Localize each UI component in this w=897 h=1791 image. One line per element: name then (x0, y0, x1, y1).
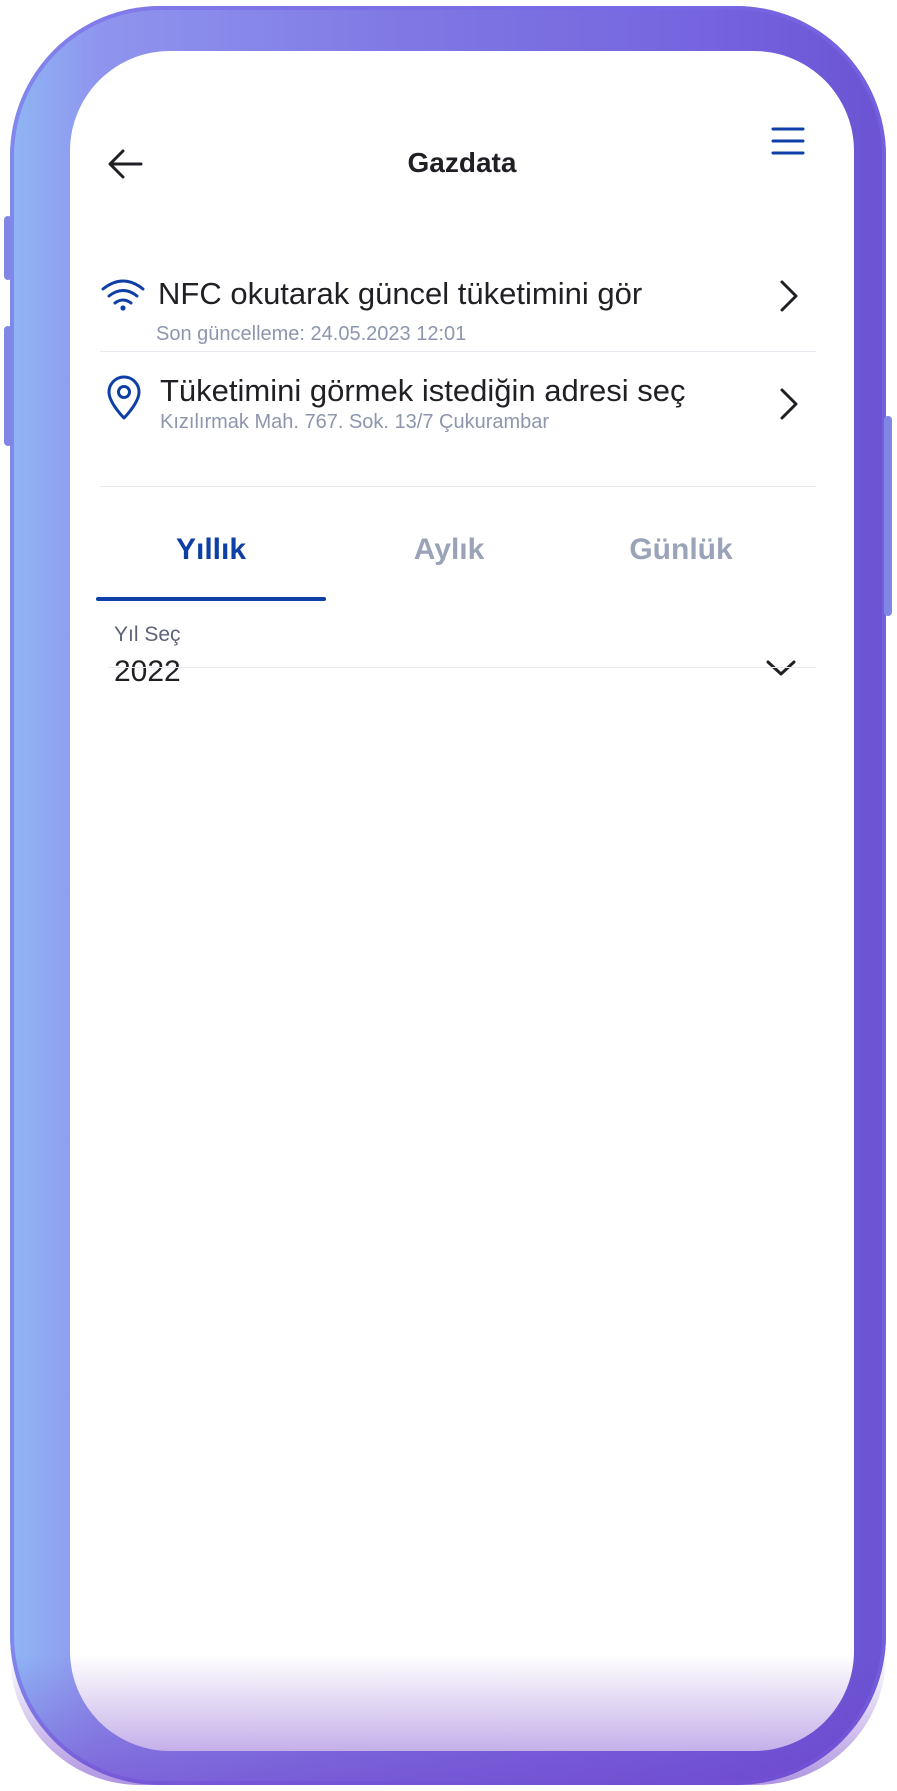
row-divider (100, 351, 816, 352)
select-underline (108, 667, 816, 668)
side-button-left-2 (4, 326, 12, 446)
chevron-down-icon (766, 660, 796, 676)
tab-yearly[interactable]: Yıllık (96, 521, 326, 567)
tab-daily[interactable]: Günlük (566, 521, 796, 567)
tab-daily-label: Günlük (629, 533, 733, 566)
hamburger-menu-icon[interactable] (770, 123, 806, 159)
active-tab-indicator (96, 597, 326, 601)
address-row-subtitle: Kızılırmak Mah. 767. Sok. 13/7 Çukuramba… (160, 411, 550, 433)
address-row-title: Tüketimini görmek istediğin adresi seç (160, 373, 686, 408)
nfc-row-title: NFC okutarak güncel tüketimini gör (158, 276, 643, 311)
side-button-left-1 (4, 216, 12, 280)
year-select-label: Yıl Seç (114, 623, 181, 646)
section-divider (100, 486, 816, 487)
address-select-row[interactable]: Tüketimini görmek istediğin adresi seç K… (100, 371, 820, 481)
phone-frame: Gazdata NFC okutarak güncel tüketimini g… (4, 6, 892, 1785)
chevron-right-icon (780, 280, 798, 312)
year-select-dropdown[interactable]: Yıl Seç 2022 (114, 611, 814, 701)
tab-monthly-label: Aylık (413, 533, 485, 566)
page-title: Gazdata (407, 147, 517, 178)
app-header: Gazdata (70, 51, 854, 221)
year-select-value: 2022 (114, 655, 181, 688)
nfc-row-subtitle: Son güncelleme: 24.05.2023 12:01 (156, 323, 467, 345)
tab-monthly[interactable]: Aylık (334, 521, 564, 567)
side-button-right (884, 416, 892, 616)
chevron-right-icon (780, 388, 798, 420)
wifi-icon (101, 279, 145, 311)
nfc-read-row[interactable]: NFC okutarak güncel tüketimini gör Son g… (100, 266, 820, 376)
app-screen: Gazdata NFC okutarak güncel tüketimini g… (70, 51, 854, 1751)
location-pin-icon (107, 375, 141, 420)
tab-yearly-label: Yıllık (175, 533, 247, 566)
